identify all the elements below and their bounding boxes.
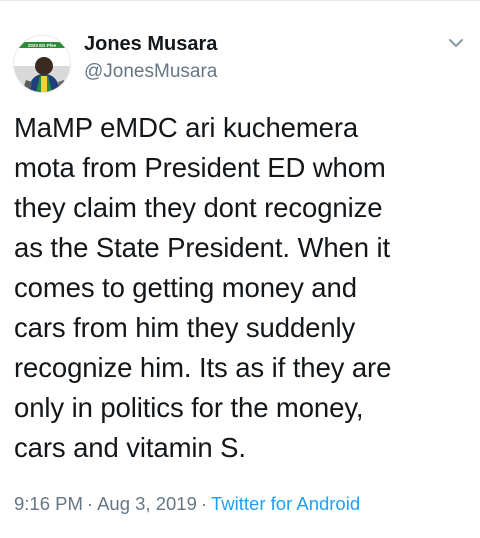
- tweet-card: 2023 ED Pfee Jones Musara @JonesMusara M…: [0, 0, 480, 538]
- tweet-date[interactable]: Aug 3, 2019: [97, 493, 197, 514]
- avatar[interactable]: 2023 ED Pfee: [13, 35, 71, 93]
- avatar-image: 2023 ED Pfee: [14, 36, 70, 92]
- chevron-down-icon[interactable]: [446, 33, 466, 53]
- meta-separator: ·: [200, 493, 208, 514]
- author-block: Jones Musara @JonesMusara: [84, 31, 217, 85]
- meta-separator: ·: [86, 493, 94, 514]
- tweet-meta: 9:16 PM · Aug 3, 2019 · Twitter for Android: [14, 490, 360, 518]
- tweet-text: MaMP eMDC ari kuchemera mota from Presid…: [14, 112, 392, 463]
- avatar-caption: 2023 ED Pfee: [28, 43, 57, 48]
- tweet-source-link[interactable]: Twitter for Android: [211, 493, 360, 514]
- display-name[interactable]: Jones Musara: [84, 31, 217, 57]
- user-handle[interactable]: @JonesMusara: [84, 59, 217, 85]
- tweet-time[interactable]: 9:16 PM: [14, 493, 83, 514]
